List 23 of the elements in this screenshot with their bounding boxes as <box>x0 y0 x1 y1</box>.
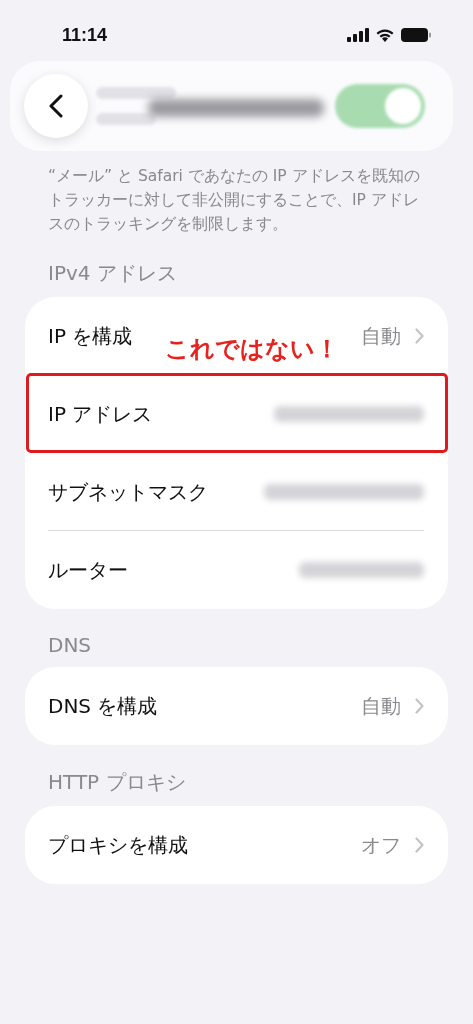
row-label: プロキシを構成 <box>48 831 188 859</box>
row-label: IP アドレス <box>48 400 153 428</box>
chevron-right-icon <box>415 328 424 344</box>
chevron-right-icon <box>415 837 424 853</box>
battery-icon <box>401 28 431 42</box>
section-header: DNS <box>48 633 93 657</box>
chevron-left-icon <box>49 94 63 118</box>
signal-icon <box>347 28 369 42</box>
status-time: 11:14 <box>62 24 108 46</box>
row-value: 自動 <box>361 322 401 350</box>
row-value: 自動 <box>361 692 401 720</box>
footer-text: “メール” と Safari であなたの IP アドレスを既知のトラッカーに対して非公開にすることで、IP アドレスのトラッキングを制限します。 <box>48 166 421 235</box>
wifi-icon <box>376 28 394 42</box>
row-label: DNS を構成 <box>48 692 158 720</box>
chevron-right-icon <box>415 698 424 714</box>
row-label: ルーター <box>48 556 128 584</box>
toggle[interactable] <box>335 84 425 128</box>
section-header: HTTP プロキシ <box>48 769 187 796</box>
row-label: サブネットマスク <box>48 478 208 506</box>
section-header: IPv4 アドレス <box>48 260 178 287</box>
row-value: オフ <box>361 831 401 859</box>
faded-label-bar <box>96 113 156 125</box>
row-label: IP を構成 <box>48 322 133 350</box>
